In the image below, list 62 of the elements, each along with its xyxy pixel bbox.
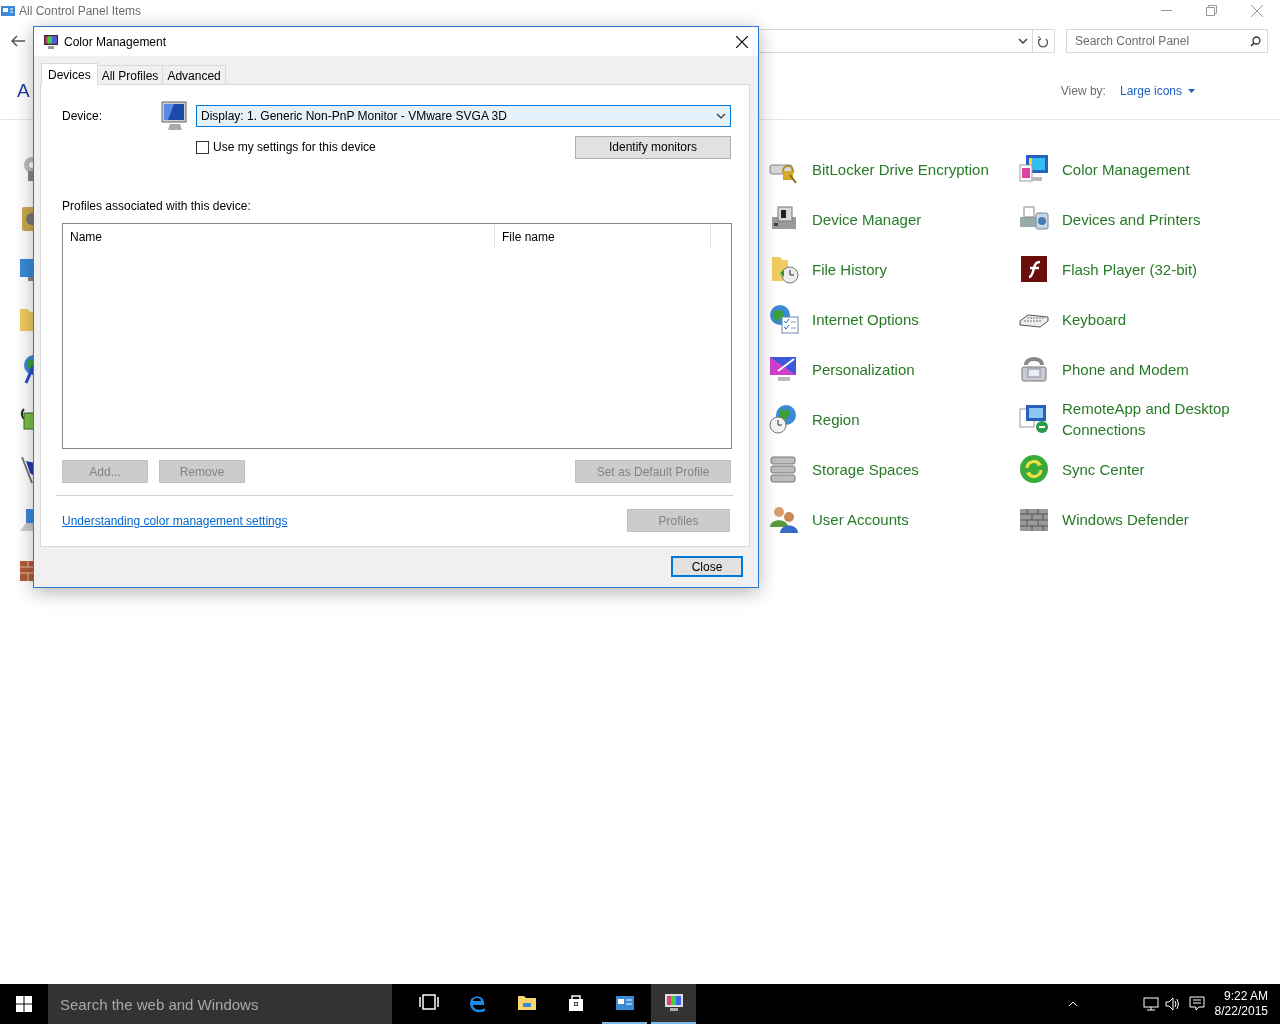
taskbar-button[interactable]: [651, 984, 696, 1024]
globe-checklist-icon: [768, 303, 800, 335]
page-heading: A: [17, 80, 30, 102]
control-panel-item[interactable]: Color Management: [1062, 158, 1190, 180]
search-field[interactable]: Search Control Panel: [1066, 29, 1268, 53]
back-arrow-icon[interactable]: [11, 35, 25, 47]
refresh-icon[interactable]: [1037, 34, 1049, 48]
close-icon[interactable]: [736, 35, 748, 48]
date-text: 8/22/2015: [1214, 1004, 1268, 1019]
control-panel-item[interactable]: User Accounts: [812, 508, 909, 530]
tile-icon: [1018, 253, 1050, 285]
clock[interactable]: 9:22 AM 8/22/2015: [1214, 989, 1268, 1019]
control-panel-item[interactable]: Region: [812, 408, 860, 430]
identify-monitors-button[interactable]: Identify monitors: [575, 135, 731, 159]
remote-monitor-icon: [1018, 403, 1050, 435]
device-dropdown[interactable]: Display: 1. Generic Non-PnP Monitor - VMware SVGA 3D: [196, 105, 731, 127]
tab[interactable]: Advanced: [162, 65, 226, 84]
column-header[interactable]: Name: [63, 224, 495, 249]
window-title: All Control Panel Items: [19, 4, 142, 18]
help-link[interactable]: Understanding color management settings: [62, 513, 288, 528]
network-icon[interactable]: [1142, 997, 1159, 1011]
column-header[interactable]: File name: [495, 224, 711, 249]
search-input[interactable]: Search Control Panel: [1075, 34, 1250, 48]
monitor-icon: [1018, 153, 1050, 185]
control-panel-icon: [614, 993, 635, 1013]
device-label: Device:: [62, 109, 103, 123]
control-panel-item[interactable]: Keyboard: [1062, 308, 1127, 330]
profiles-label: Profiles associated with this device:: [62, 199, 252, 213]
tab[interactable]: Devices: [41, 63, 98, 85]
time-text: 9:22 AM: [1223, 989, 1268, 1004]
control-panel-item[interactable]: Storage Spaces: [812, 458, 919, 480]
speaker-icon[interactable]: [1164, 997, 1181, 1011]
monitor-icon: [663, 993, 684, 1013]
close-button[interactable]: Close: [671, 556, 743, 577]
message-icon[interactable]: [1188, 996, 1205, 1012]
sync-icon: [1018, 453, 1050, 485]
control-panel-item[interactable]: Phone and Modem: [1062, 358, 1189, 380]
monitor-icon: [158, 100, 190, 132]
control-panel-item[interactable]: Internet Options: [812, 308, 919, 330]
caret-icon: [1188, 89, 1195, 93]
folder-icon: [516, 993, 537, 1013]
control-panel-item[interactable]: Personalization: [812, 358, 915, 380]
restore-icon[interactable]: [1206, 5, 1217, 16]
dialog-title: Color Management: [64, 34, 167, 49]
control-panel-item[interactable]: Sync Center: [1062, 458, 1145, 480]
control-panel-item[interactable]: File History: [812, 258, 887, 280]
view-by-label: View by:: [1060, 84, 1106, 98]
chevron-down-icon[interactable]: [1018, 38, 1028, 44]
monitor-icon: [43, 33, 59, 50]
search-icon[interactable]: [1250, 35, 1261, 47]
chevron-down-icon: [716, 113, 726, 119]
control-panel-item[interactable]: Device Manager: [812, 208, 922, 230]
chevron-up-icon[interactable]: [1067, 1001, 1078, 1007]
view-by-dropdown[interactable]: Large icons: [1119, 84, 1195, 98]
control-panel-item[interactable]: BitLocker Drive Encryption: [812, 158, 989, 180]
settings-checkbox[interactable]: Use my settings for this device: [196, 140, 376, 154]
control-panel-item[interactable]: Flash Player (32-bit): [1062, 258, 1198, 280]
control-panel-item[interactable]: RemoteApp and Desktop Connections: [1062, 398, 1262, 440]
task-view-icon: [418, 993, 439, 1013]
control-panel-item[interactable]: Windows Defender: [1062, 508, 1189, 530]
control-panel-item[interactable]: Devices and Printers: [1062, 208, 1201, 230]
windows-logo-icon: [16, 996, 32, 1012]
